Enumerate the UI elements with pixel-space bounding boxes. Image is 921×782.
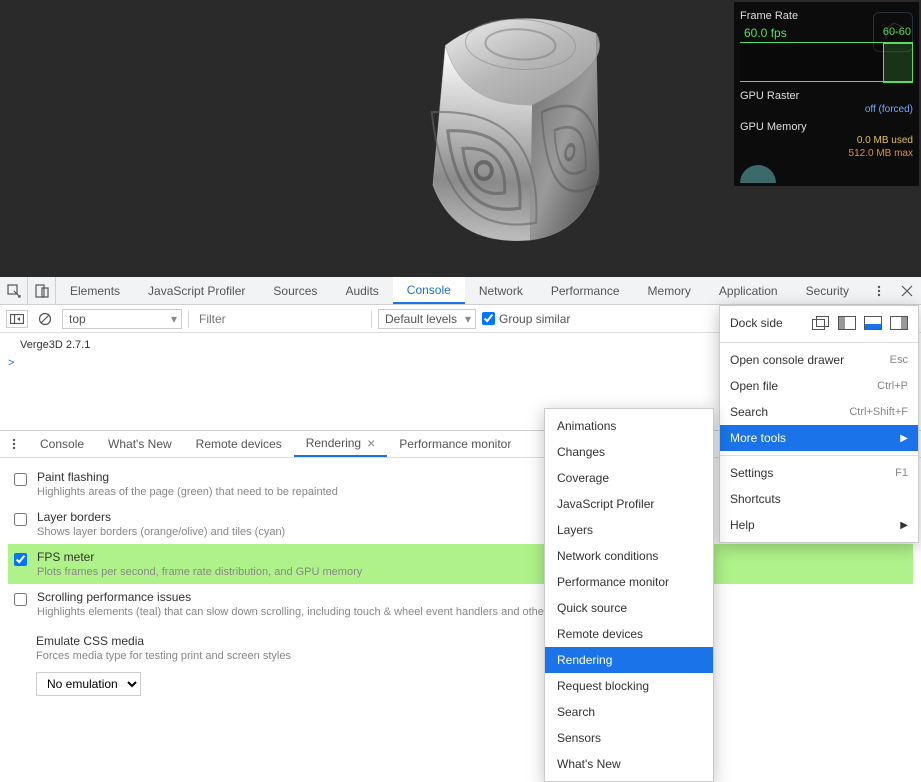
dock-left-icon[interactable] (838, 316, 856, 330)
drawer-tab-rendering[interactable]: Rendering × (294, 431, 388, 457)
close-devtools-icon[interactable] (893, 277, 921, 304)
drawer-kebab-icon[interactable] (0, 431, 28, 457)
tab-console[interactable]: Console (393, 277, 465, 304)
option-scrolling-issues[interactable]: Scrolling performance issues Highlights … (8, 584, 913, 624)
option-emulate-css-media: Emulate CSS media Forces media type for … (36, 634, 913, 696)
paint-flashing-checkbox[interactable] (14, 473, 27, 486)
inspect-element-icon[interactable] (0, 277, 28, 304)
devtools-tab-bar: Elements JavaScript Profiler Sources Aud… (0, 277, 921, 305)
layer-borders-checkbox[interactable] (14, 513, 27, 526)
close-tab-icon[interactable]: × (367, 435, 375, 451)
menu-shortcuts[interactable]: Shortcuts (720, 486, 918, 512)
dock-undock-icon[interactable] (812, 316, 830, 330)
hud-gpu-memory-max: 512.0 MB max (740, 148, 913, 159)
submenu-item-animations[interactable]: Animations (545, 413, 713, 439)
device-toggle-icon[interactable] (28, 277, 56, 304)
hud-fps-graph (740, 42, 913, 82)
submenu-item-sensors[interactable]: Sensors (545, 725, 713, 751)
more-tools-submenu: AnimationsChangesCoverageJavaScript Prof… (544, 408, 714, 782)
submenu-item-what-s-new[interactable]: What's New (545, 751, 713, 777)
clear-console-icon[interactable] (34, 310, 56, 328)
submenu-item-rendering[interactable]: Rendering (545, 647, 713, 673)
tab-audits[interactable]: Audits (331, 277, 392, 304)
emulate-css-media-select[interactable]: No emulation (36, 672, 141, 696)
submenu-item-search[interactable]: Search (545, 699, 713, 725)
console-levels-dropdown[interactable]: Default levels (378, 309, 476, 329)
tab-sources[interactable]: Sources (259, 277, 331, 304)
menu-more-tools[interactable]: More tools ▶ (720, 425, 918, 451)
drawer-tab-remote-devices[interactable]: Remote devices (184, 431, 294, 457)
console-filter-input[interactable] (195, 310, 365, 328)
submenu-item-javascript-profiler[interactable]: JavaScript Profiler (545, 491, 713, 517)
submenu-item-coverage[interactable]: Coverage (545, 465, 713, 491)
group-similar-label[interactable]: Group similar (482, 312, 570, 326)
hud-gpu-raster-title: GPU Raster (740, 90, 913, 102)
scrolling-issues-checkbox[interactable] (14, 593, 27, 606)
drawer-tab-whats-new[interactable]: What's New (96, 431, 184, 457)
group-similar-checkbox[interactable] (482, 312, 495, 325)
chrome-cube-preview (351, 0, 651, 269)
submenu-item-quick-source[interactable]: Quick source (545, 595, 713, 621)
tab-security[interactable]: Security (792, 277, 863, 304)
tab-network[interactable]: Network (465, 277, 537, 304)
hud-gpu-memory-title: GPU Memory (740, 121, 913, 133)
fps-hud-panel: Frame Rate 60.0 fps 60-60 GPU Raster off… (734, 2, 919, 186)
dock-right-icon[interactable] (890, 316, 908, 330)
drawer-tab-console[interactable]: Console (28, 431, 96, 457)
submenu-item-changes[interactable]: Changes (545, 439, 713, 465)
tab-memory[interactable]: Memory (634, 277, 705, 304)
tab-application[interactable]: Application (705, 277, 792, 304)
hud-gpu-raster-status: off (forced) (740, 104, 913, 115)
dock-side-row: Dock side (720, 310, 918, 338)
submenu-item-remote-devices[interactable]: Remote devices (545, 621, 713, 647)
3d-viewport[interactable]: Frame Rate 60.0 fps 60-60 GPU Raster off… (0, 0, 921, 277)
menu-settings[interactable]: Settings F1 (720, 460, 918, 486)
hud-fps-value: 60.0 fps (744, 26, 787, 40)
devtools-main-menu: Dock side Open console drawer Esc Open f… (719, 305, 919, 543)
submenu-item-network-conditions[interactable]: Network conditions (545, 543, 713, 569)
submenu-item-request-blocking[interactable]: Request blocking (545, 673, 713, 699)
dock-bottom-icon[interactable] (864, 316, 882, 330)
hud-gpu-memory-chart (740, 165, 776, 183)
menu-open-file[interactable]: Open file Ctrl+P (720, 373, 918, 399)
menu-help[interactable]: Help ▶ (720, 512, 918, 538)
submenu-arrow-icon: ▶ (900, 433, 908, 444)
drawer-tab-performance-monitor[interactable]: Performance monitor (387, 431, 523, 457)
tab-performance[interactable]: Performance (537, 277, 634, 304)
submenu-item-layers[interactable]: Layers (545, 517, 713, 543)
kebab-menu-icon[interactable] (865, 277, 893, 304)
option-fps-meter[interactable]: FPS meter Plots frames per second, frame… (8, 544, 913, 584)
tab-javascript-profiler[interactable]: JavaScript Profiler (134, 277, 259, 304)
menu-open-console-drawer[interactable]: Open console drawer Esc (720, 347, 918, 373)
submenu-item-performance-monitor[interactable]: Performance monitor (545, 569, 713, 595)
tab-elements[interactable]: Elements (56, 277, 134, 304)
submenu-arrow-icon: ▶ (900, 520, 908, 531)
console-context-dropdown[interactable]: top (62, 309, 182, 329)
hud-gpu-memory-used: 0.0 MB used (740, 135, 913, 146)
fps-meter-checkbox[interactable] (14, 553, 27, 566)
console-sidebar-toggle-icon[interactable] (6, 310, 28, 328)
menu-search[interactable]: Search Ctrl+Shift+F (720, 399, 918, 425)
